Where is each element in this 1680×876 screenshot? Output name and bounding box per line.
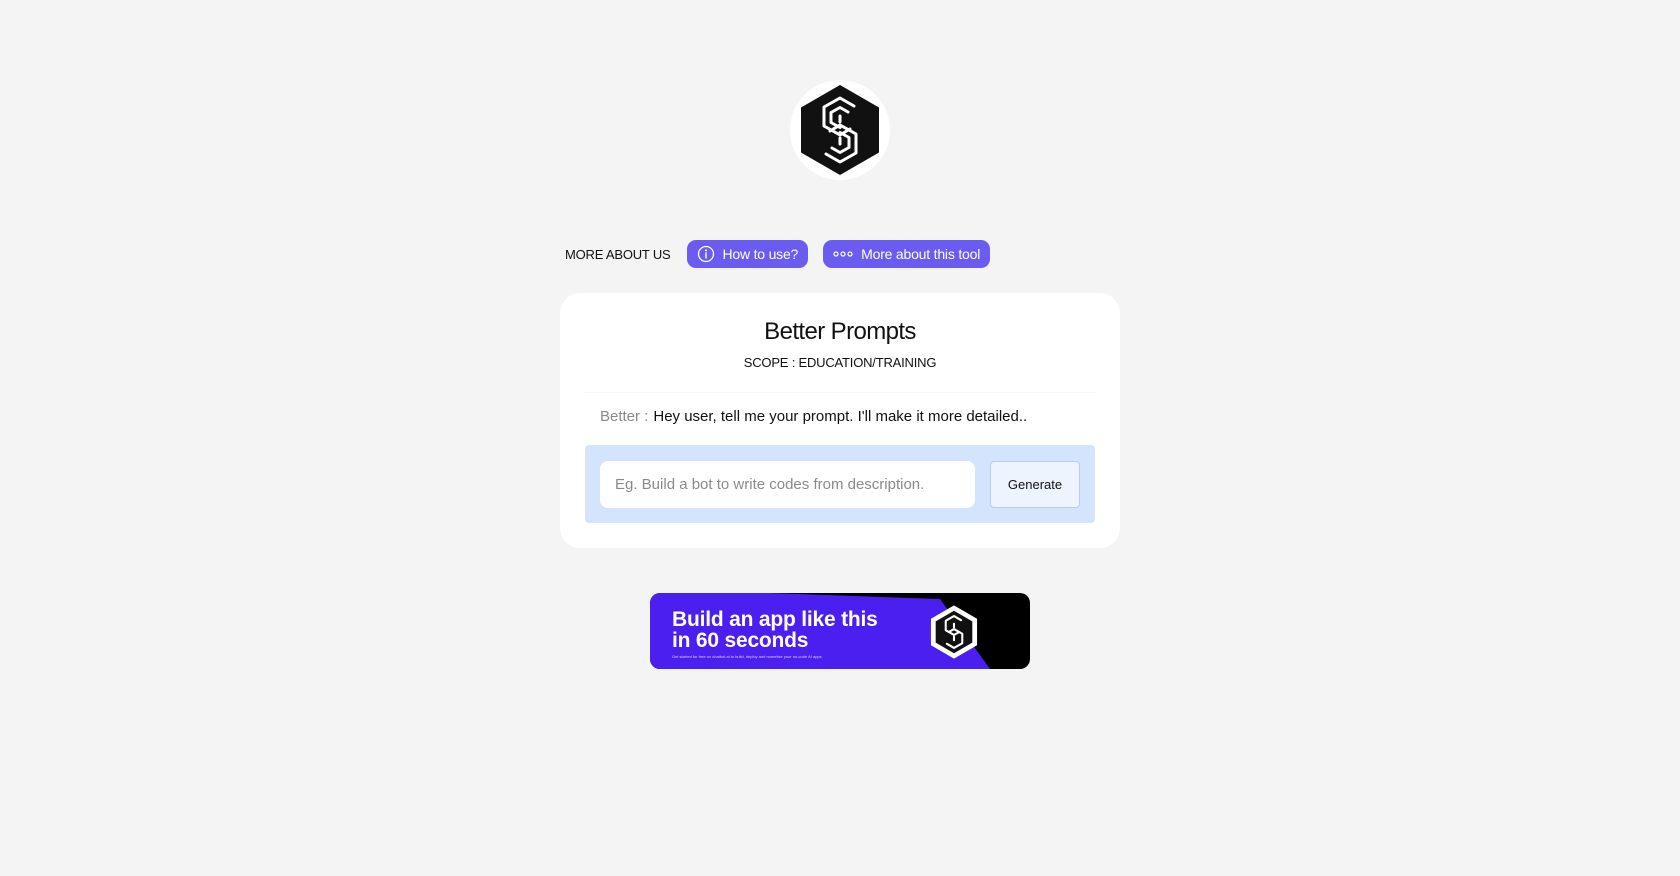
how-to-use-button[interactable]: How to use? <box>686 240 809 268</box>
info-circle-icon <box>697 245 714 263</box>
banner-subtitle: Get started for free on chatbot.ai to bu… <box>672 654 822 659</box>
more-about-tool-button[interactable]: More about this tool <box>823 240 991 268</box>
scope-label: SCOPE : EDUCATION/TRAINING <box>743 355 937 370</box>
prompt-input-panel: Generate <box>585 445 1095 523</box>
more-about-row: MORE ABOUT US How to use? More about thi… <box>565 240 991 268</box>
prompt-card: Better Prompts SCOPE : EDUCATION/TRAININ… <box>560 293 1120 548</box>
bot-message-text: Hey user, tell me your prompt. I'll make… <box>653 407 1028 425</box>
generate-button[interactable]: Generate <box>990 461 1080 508</box>
bot-message: Better : Hey user, tell me your prompt. … <box>585 392 1095 439</box>
prompt-input[interactable] <box>600 461 975 508</box>
how-to-use-label: How to use? <box>722 246 799 262</box>
hexagon-s-logo-icon <box>930 605 978 659</box>
hexagon-s-logo-icon <box>801 85 879 175</box>
banner-title: Build an app like this in 60 seconds <box>672 608 878 652</box>
brand-logo <box>790 80 890 180</box>
page-title: Better Prompts <box>764 318 916 345</box>
more-about-tool-label: More about this tool <box>861 246 981 262</box>
more-about-label: MORE ABOUT US <box>565 246 671 262</box>
bot-message-prefix: Better : <box>600 407 649 425</box>
dots-icon <box>833 251 853 257</box>
promo-banner[interactable]: Build an app like this in 60 seconds Get… <box>650 593 1030 669</box>
